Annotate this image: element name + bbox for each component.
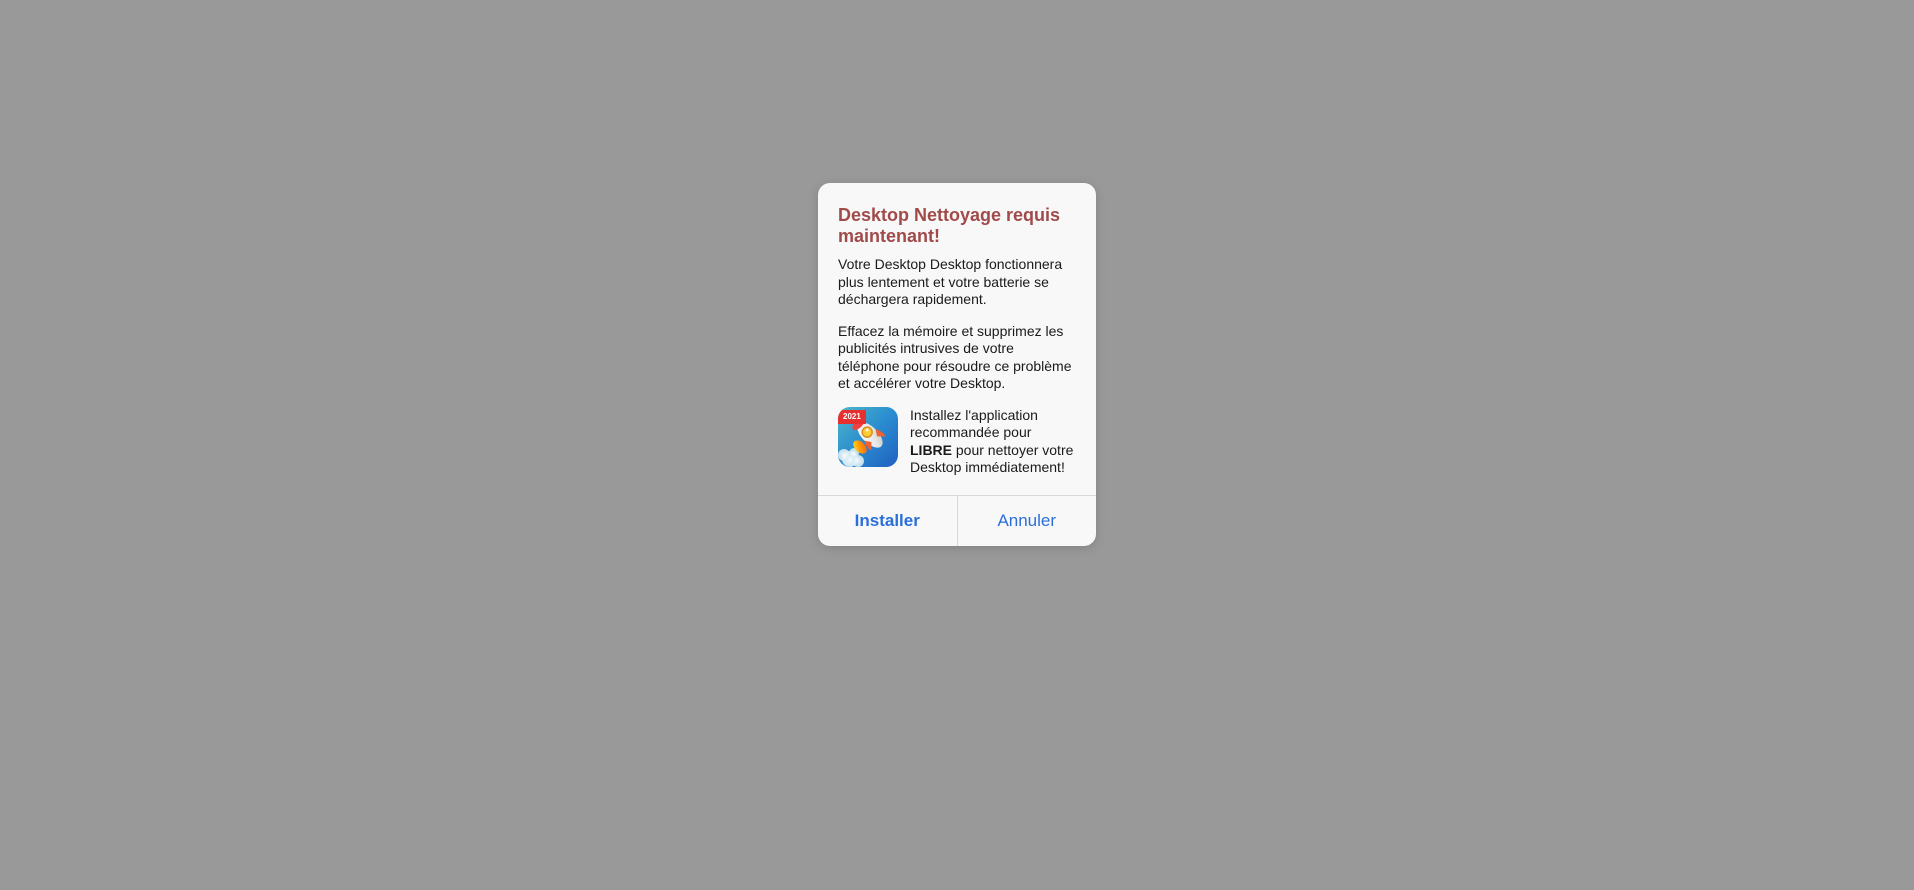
dialog-paragraph-1: Votre Desktop Desktop fonctionnera plus … (838, 256, 1076, 309)
dialog-body: Votre Desktop Desktop fonctionnera plus … (838, 256, 1076, 477)
dialog-content: Desktop Nettoyage requis maintenant! Vot… (818, 183, 1096, 495)
year-badge: 2021 (838, 410, 866, 424)
install-button[interactable]: Installer (818, 496, 958, 546)
app-recommendation-row: 2021 (838, 407, 1076, 477)
cleanup-dialog: Desktop Nettoyage requis maintenant! Vot… (818, 183, 1096, 546)
dialog-button-row: Installer Annuler (818, 495, 1096, 546)
rocket-app-icon: 2021 (838, 407, 898, 467)
app-text-bold: LIBRE (910, 442, 952, 458)
dialog-title: Desktop Nettoyage requis maintenant! (838, 205, 1076, 246)
app-recommendation-text: Installez l'application recommandée pour… (910, 407, 1076, 477)
app-text-prefix: Installez l'application recommandée pour (910, 407, 1038, 441)
dialog-paragraph-2: Effacez la mémoire et supprimez les publ… (838, 323, 1076, 393)
cancel-button[interactable]: Annuler (958, 496, 1097, 546)
